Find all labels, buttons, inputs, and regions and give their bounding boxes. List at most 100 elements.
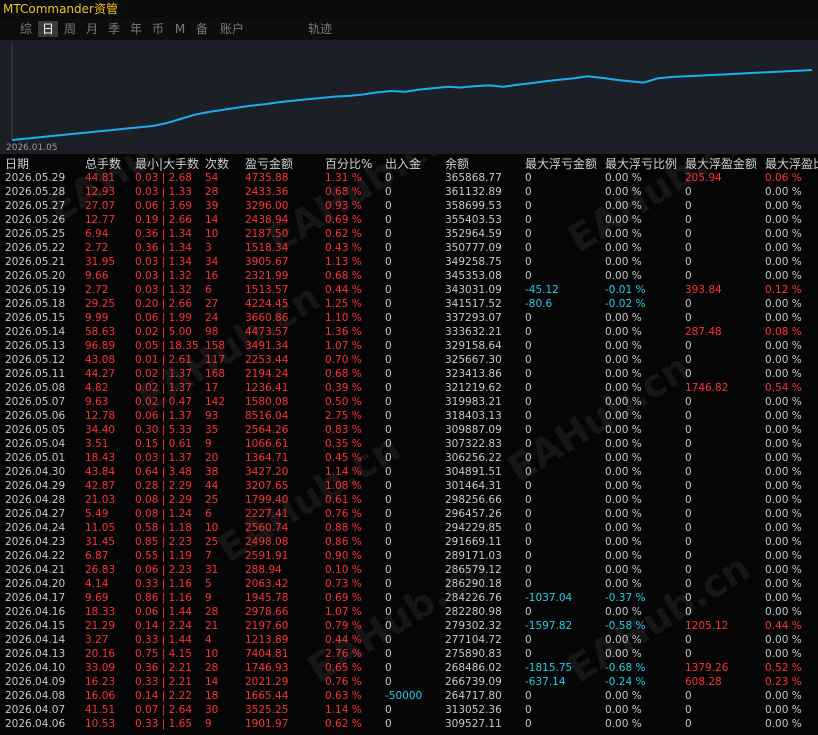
table-row[interactable]: 2026.05.13 96.89 0.05 | 18.35 158 3491.34 1.0… <box>0 339 818 353</box>
table-cell: 350777.09 <box>445 242 502 254</box>
table-cell: 0 <box>385 676 392 688</box>
table-row[interactable]: 2026.04.21 26.83 0.06 | 2.23 31 288.94 0.10 %… <box>0 563 818 577</box>
column-header[interactable]: 余额 <box>445 155 525 172</box>
column-header[interactable]: 总手数 <box>85 155 135 172</box>
table-row[interactable]: 2026.05.01 18.43 0.03 | 1.37 20 1364.71 0.45 … <box>0 451 818 465</box>
table-cell: 0 <box>685 200 692 212</box>
table-row[interactable]: 2026.05.21 31.95 0.03 | 1.34 34 3905.67 1.13 … <box>0 255 818 269</box>
table-cell: 0.00 % <box>765 452 802 464</box>
table-cell: 26.83 <box>85 564 116 576</box>
column-header[interactable]: 最大浮亏比例 <box>605 155 685 172</box>
table-cell: 0 <box>525 606 532 618</box>
table-row[interactable]: 2026.04.28 21.03 0.08 | 2.29 25 1799.40 0.61 … <box>0 493 818 507</box>
column-header[interactable]: 最小|大手数 <box>135 155 205 172</box>
table-row[interactable]: 2026.05.26 12.77 0.19 | 2.66 14 2438.94 0.69 … <box>0 213 818 227</box>
column-header[interactable]: 次数 <box>205 155 245 172</box>
table-row[interactable]: 2026.04.29 42.87 0.28 | 2.29 44 3207.65 1.08 … <box>0 479 818 493</box>
column-header[interactable]: 日期 <box>5 155 85 172</box>
table-row[interactable]: 2026.04.08 16.06 0.14 | 2.22 18 1665.44 0.63 … <box>0 689 818 703</box>
table-cell: 0 <box>525 634 532 646</box>
table-row[interactable]: 2026.04.23 31.45 0.85 | 2.23 25 2498.08 0.86 … <box>0 535 818 549</box>
table-row[interactable]: 2026.05.22 2.72 0.36 | 1.34 3 1518.34 0.43 % 0… <box>0 241 818 255</box>
table-row[interactable]: 2026.04.27 5.49 0.08 | 1.24 6 2227.41 0.76 % 0… <box>0 507 818 521</box>
table-cell: 0.00 % <box>605 242 642 254</box>
table-cell: 4224.45 <box>245 298 289 310</box>
table-row[interactable]: 2026.05.18 29.25 0.20 | 2.66 27 4224.45 1.25 … <box>0 297 818 311</box>
column-header[interactable]: 最大浮盈金额 <box>685 155 765 172</box>
table-cell: 9.66 <box>85 270 109 282</box>
table-row[interactable]: 2026.05.12 43.08 0.01 | 2.61 117 2253.44 0.70… <box>0 353 818 367</box>
table-row[interactable]: 2026.05.04 3.51 0.15 | 0.61 9 1066.61 0.35 % 0… <box>0 437 818 451</box>
table-row[interactable]: 2026.05.06 12.78 0.06 | 1.37 93 8516.04 2.75 … <box>0 409 818 423</box>
table-row[interactable]: 2026.05.28 12.93 0.03 | 1.33 28 2433.36 0.68 … <box>0 185 818 199</box>
tab-0[interactable]: 综 <box>16 21 36 37</box>
tab-8[interactable]: 备 <box>192 21 212 37</box>
table-row[interactable]: 2026.05.14 58.63 0.02 | 5.00 98 4473.57 1.36 … <box>0 325 818 339</box>
tab-4[interactable]: 季 <box>104 21 124 37</box>
table-row[interactable]: 2026.05.15 9.99 0.06 | 1.99 24 3660.86 1.10 %… <box>0 311 818 325</box>
tab-10[interactable]: 轨迹 <box>303 21 337 37</box>
table-cell: 10 <box>205 522 219 534</box>
table-cell: 3427.20 <box>245 466 289 478</box>
table-cell: 323413.86 <box>445 368 502 380</box>
tab-2[interactable]: 周 <box>60 21 80 37</box>
table-row[interactable]: 2026.04.22 6.87 0.55 | 1.19 7 2591.91 0.90 % 0… <box>0 549 818 563</box>
table-row[interactable]: 2026.05.29 44.81 0.03 | 2.68 54 4735.88 1.31 … <box>0 171 818 185</box>
tab-9[interactable]: 账户 <box>215 21 249 37</box>
table-row[interactable]: 2026.05.20 9.66 0.03 | 1.32 16 2321.99 0.68 %… <box>0 269 818 283</box>
table-cell: 3.27 <box>85 634 109 646</box>
table-row[interactable]: 2026.04.07 41.51 0.07 | 2.64 30 3525.25 1.14 … <box>0 703 818 717</box>
table-cell: 0.33 | 2.21 <box>135 676 192 688</box>
table-row[interactable]: 2026.04.14 3.27 0.33 | 1.44 4 1213.89 0.44 % 0… <box>0 633 818 647</box>
table-row[interactable]: 2026.05.19 2.72 0.03 | 1.32 6 1513.57 0.44 % 0… <box>0 283 818 297</box>
column-header[interactable]: 盈亏金额 <box>245 155 325 172</box>
table-row[interactable]: 2026.04.15 21.29 0.14 | 2.24 21 2197.60 0.79 … <box>0 619 818 633</box>
table-row[interactable]: 2026.05.08 4.82 0.02 | 1.37 17 1236.41 0.39 %… <box>0 381 818 395</box>
table-row[interactable]: 2026.05.05 34.40 0.30 | 5.33 35 2564.26 0.83 … <box>0 423 818 437</box>
table-cell: 0 <box>525 704 532 716</box>
table-cell: 0.00 % <box>765 438 802 450</box>
table-row[interactable]: 2026.05.07 9.63 0.02 | 0.47 142 1580.08 0.50 … <box>0 395 818 409</box>
table-row[interactable]: 2026.05.11 44.27 0.02 | 1.37 168 2194.24 0.68… <box>0 367 818 381</box>
table-cell: 0 <box>525 382 532 394</box>
table-row[interactable]: 2026.04.20 4.14 0.33 | 1.16 5 2063.42 0.73 % 0… <box>0 577 818 591</box>
table-row[interactable]: 2026.04.30 43.84 0.64 | 3.48 38 3427.20 1.14 … <box>0 465 818 479</box>
table-cell: 0.83 % <box>325 424 362 436</box>
column-header[interactable]: 百分比% <box>325 155 385 172</box>
table-row[interactable]: 2026.05.27 27.07 0.06 | 3.69 39 3296.00 0.93 … <box>0 199 818 213</box>
table-cell: 2187.50 <box>245 228 289 240</box>
tab-7[interactable]: M <box>172 21 188 37</box>
table-cell: 1901.97 <box>245 718 289 730</box>
table-cell: 168 <box>205 368 226 380</box>
tab-5[interactable]: 年 <box>126 21 146 37</box>
table-row[interactable]: 2026.04.24 11.05 0.58 | 1.18 10 2560.74 0.88 … <box>0 521 818 535</box>
table-cell: 0.00 % <box>605 550 642 562</box>
tab-3[interactable]: 月 <box>82 21 102 37</box>
table-row[interactable]: 2026.04.09 16.23 0.33 | 2.21 14 2021.29 0.76 … <box>0 675 818 689</box>
table-row[interactable]: 2026.04.06 10.53 0.33 | 1.65 9 1901.97 0.62 %… <box>0 717 818 731</box>
table-cell: 0.00 % <box>765 704 802 716</box>
tab-1[interactable]: 日 <box>38 21 58 37</box>
table-cell: 0.00 % <box>605 186 642 198</box>
table-cell: 35 <box>205 424 219 436</box>
table-cell: 2253.44 <box>245 354 289 366</box>
table-row[interactable]: 2026.05.25 6.94 0.36 | 1.34 10 2187.50 0.62 %… <box>0 227 818 241</box>
table-cell: 0 <box>525 340 532 352</box>
column-header[interactable]: 出入金 <box>385 155 445 172</box>
tab-6[interactable]: 币 <box>148 21 168 37</box>
table-row[interactable]: 2026.04.17 9.69 0.86 | 1.16 9 1945.78 0.69 % 0… <box>0 591 818 605</box>
table-row[interactable]: 2026.04.13 20.16 0.75 | 4.15 10 7404.81 2.76 … <box>0 647 818 661</box>
column-header[interactable]: 最大浮盈比 <box>765 155 818 172</box>
table-row[interactable]: 2026.04.16 18.33 0.06 | 1.44 28 2978.66 1.07 … <box>0 605 818 619</box>
table-cell: 0.68 % <box>325 368 362 380</box>
column-header[interactable]: 最大浮亏金额 <box>525 155 605 172</box>
table-cell: 2026.04.07 <box>5 704 66 716</box>
table-cell: -1597.82 <box>525 620 573 632</box>
table-cell: 0.00 % <box>765 368 802 380</box>
table-row[interactable]: 2026.04.10 33.09 0.36 | 2.21 28 1746.93 0.65 … <box>0 661 818 675</box>
table-cell: 0 <box>525 452 532 464</box>
table-cell: 0.00 % <box>605 522 642 534</box>
table-cell: 393.84 <box>685 284 722 296</box>
table-cell: 0.58 | 1.18 <box>135 522 192 534</box>
table-cell: 0.68 % <box>325 186 362 198</box>
